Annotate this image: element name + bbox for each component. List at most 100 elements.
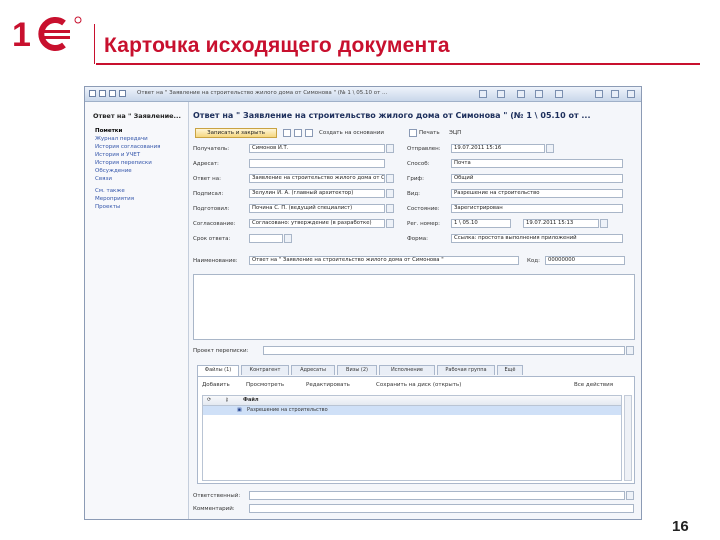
sidebar-item-transfer-log[interactable]: Журнал передачи xyxy=(95,136,148,142)
state-label: Состояние: xyxy=(407,206,440,212)
sent-date-field[interactable]: 19.07.2011 15:16 xyxy=(451,144,545,153)
tab-visas[interactable]: Визы (2) xyxy=(337,365,377,375)
sidebar-item-events[interactable]: Мероприятия xyxy=(95,196,134,202)
code-label: Код: xyxy=(527,258,540,264)
type-field[interactable]: Разрешение на строительство xyxy=(451,189,623,198)
approval-field[interactable]: Согласовано: утверждение (в разработке) xyxy=(249,219,385,228)
responsible-field[interactable] xyxy=(249,491,625,500)
recipient-field[interactable]: Симонов И.Т. xyxy=(249,144,385,153)
sidebar-item-projects[interactable]: Проекты xyxy=(95,204,120,210)
slide-title: Карточка исходящего документа xyxy=(104,34,450,57)
reply-to-search-icon[interactable] xyxy=(386,174,394,183)
view-file-button[interactable]: Просмотреть xyxy=(246,382,284,388)
calendar-icon[interactable] xyxy=(535,90,543,98)
svg-text:1: 1 xyxy=(12,16,31,54)
sidebar-header: Ответ на " Заявление... xyxy=(93,112,181,120)
file-doc-icon: ▣ xyxy=(237,407,242,413)
refresh-icon[interactable]: ⟳ xyxy=(207,396,211,405)
approval-open-icon[interactable] xyxy=(386,219,394,228)
sidebar: Ответ на " Заявление... Пометки Журнал п… xyxy=(85,102,189,519)
tab-counterparty[interactable]: Контрагент xyxy=(241,365,289,375)
save-and-close-button[interactable]: Записать и закрыть xyxy=(195,128,277,138)
forward-icon[interactable] xyxy=(109,90,116,97)
maximize-icon[interactable] xyxy=(611,90,619,98)
prepared-search-icon[interactable] xyxy=(386,204,394,213)
close-icon[interactable] xyxy=(627,90,635,98)
sent-label: Отправлен: xyxy=(407,146,441,152)
reply-deadline-field[interactable] xyxy=(249,234,283,243)
reg-number-field[interactable]: 1 \ 05.10 xyxy=(451,219,511,228)
title-underline xyxy=(96,63,700,65)
save-to-disk-button[interactable]: Сохранить на диск (открыть) xyxy=(376,382,461,388)
recipient-label: Получатель: xyxy=(193,146,230,152)
app-menu-icon[interactable] xyxy=(89,90,96,97)
document-window: Ответ на " Заявление на строительство жи… xyxy=(84,86,642,520)
sidebar-item-correspondence-history[interactable]: История переписки xyxy=(95,160,152,166)
tab-execution[interactable]: Исполнение xyxy=(379,365,435,375)
reg-calendar-icon[interactable] xyxy=(600,219,608,228)
sent-calendar-icon[interactable] xyxy=(546,144,554,153)
folder-icon[interactable] xyxy=(305,129,313,137)
minimize-icon[interactable] xyxy=(595,90,603,98)
table-scrollbar[interactable] xyxy=(624,395,632,481)
calendar-picker-icon[interactable] xyxy=(284,234,292,243)
form-field[interactable]: Ссылка: простота выполнения приложений xyxy=(451,234,623,243)
sidebar-item-see-also[interactable]: См. также xyxy=(95,188,125,194)
save-icon[interactable] xyxy=(283,129,291,137)
reply-deadline-label: Срок ответа: xyxy=(193,236,231,242)
sidebar-item-marks[interactable]: Пометки xyxy=(95,128,122,134)
tab-more[interactable]: Ещё xyxy=(497,365,523,375)
form-label: Форма: xyxy=(407,236,428,242)
title-accent-line xyxy=(94,24,95,64)
column-file[interactable]: Файл xyxy=(243,396,259,405)
edit-file-button[interactable]: Редактировать xyxy=(306,382,350,388)
addressee-field[interactable] xyxy=(249,159,385,168)
files-panel: Добавить Просмотреть Редактировать Сохра… xyxy=(197,376,635,484)
responsible-search-icon[interactable] xyxy=(626,491,634,500)
tab-strip: Файлы (1) Контрагент Адресаты Визы (2) И… xyxy=(197,365,635,376)
esp-button[interactable]: ЭЦП xyxy=(449,130,461,136)
reg-number-label: Рег. номер: xyxy=(407,221,440,227)
sidebar-item-accounting-history[interactable]: История и УЧЕТ xyxy=(95,152,140,158)
add-file-button[interactable]: Добавить xyxy=(202,382,230,388)
state-field[interactable]: Зарегистрирован xyxy=(451,204,623,213)
classification-label: Гриф: xyxy=(407,176,424,182)
tab-addressees[interactable]: Адресаты xyxy=(291,365,335,375)
link-icon[interactable] xyxy=(479,90,487,98)
reg-date-field[interactable]: 19.07.2011 15:13 xyxy=(523,219,599,228)
post-icon[interactable] xyxy=(294,129,302,137)
table-row[interactable]: ▣ Разрешение на строительство xyxy=(203,406,621,415)
responsible-label: Ответственный: xyxy=(193,493,241,499)
comment-field[interactable] xyxy=(249,504,634,513)
type-label: Вид: xyxy=(407,191,421,197)
create-on-basis-button[interactable]: Создать на основании xyxy=(319,130,384,136)
sidebar-item-links[interactable]: Связи xyxy=(95,176,112,182)
method-field[interactable]: Почта xyxy=(451,159,623,168)
prepared-field[interactable]: Почина С. П. (ведущий специалист) xyxy=(249,204,385,213)
calc-icon[interactable] xyxy=(517,90,525,98)
code-field[interactable]: 00000000 xyxy=(545,256,625,265)
all-actions-button[interactable]: Все действия xyxy=(574,382,613,388)
history-icon[interactable] xyxy=(497,90,505,98)
info-icon[interactable] xyxy=(555,90,563,98)
tab-workgroup[interactable]: Рабочая группа xyxy=(437,365,495,375)
signed-search-icon[interactable] xyxy=(386,189,394,198)
sidebar-item-approval-history[interactable]: История согласования xyxy=(95,144,160,150)
sidebar-item-discussion[interactable]: Обсуждение xyxy=(95,168,132,174)
prepared-label: Подготовил: xyxy=(193,206,230,212)
favorite-icon[interactable] xyxy=(119,90,126,97)
classification-field[interactable]: Общий xyxy=(451,174,623,183)
reply-to-field[interactable]: Заявление на строительство жилого дома о… xyxy=(249,174,385,183)
project-search-icon[interactable] xyxy=(626,346,634,355)
project-field[interactable] xyxy=(263,346,625,355)
document-title: Ответ на " Заявление на строительство жи… xyxy=(193,111,591,120)
content-textarea[interactable] xyxy=(193,274,635,340)
name-field[interactable]: Ответ на " Заявление на строительство жи… xyxy=(249,256,519,265)
file-name-cell[interactable]: Разрешение на строительство xyxy=(247,406,328,415)
signed-field[interactable]: Зелулин И. А. (главный архитектор) xyxy=(249,189,385,198)
back-icon[interactable] xyxy=(99,90,106,97)
print-button[interactable]: Печать xyxy=(419,130,440,136)
tab-files[interactable]: Файлы (1) xyxy=(197,365,239,376)
files-toolbar: Добавить Просмотреть Редактировать Сохра… xyxy=(202,381,630,390)
recipient-search-icon[interactable] xyxy=(386,144,394,153)
